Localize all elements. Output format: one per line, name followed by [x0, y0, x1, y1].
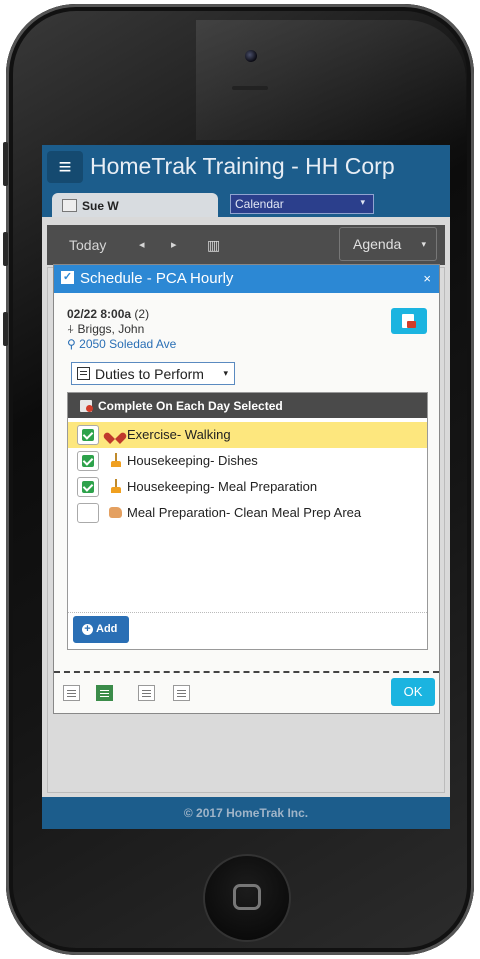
- app-title: HomeTrak Training - HH Corp: [90, 153, 395, 179]
- appointment-date: 02/22 8:00a: [67, 307, 132, 321]
- speaker-grille: [232, 86, 268, 90]
- view-select[interactable]: Agenda ▾: [339, 227, 437, 261]
- plus-circle-icon: +: [82, 624, 93, 635]
- schedule-dialog: ✓ Schedule - PCA Hourly × 02/22 8:00a (2…: [53, 264, 440, 714]
- check-icon: [82, 481, 94, 493]
- phone-screen: ≡ HomeTrak Training - HH Corp Sue W Cale…: [42, 145, 450, 829]
- duties-tab-icon[interactable]: [96, 685, 113, 701]
- duty-row[interactable]: Exercise- Walking: [68, 422, 427, 448]
- volume-down-button: [3, 312, 8, 346]
- dropdown-arrow-icon: ▾: [421, 239, 426, 249]
- calendar-select-label: Calendar: [235, 197, 284, 211]
- panel-divider: [68, 612, 427, 613]
- duty-checkbox[interactable]: [77, 503, 99, 523]
- chart-tab-icon[interactable]: [173, 685, 190, 701]
- list-icon: [77, 367, 90, 380]
- location-pin-icon: ⚲: [67, 337, 76, 351]
- duties-panel-header: Complete On Each Day Selected: [68, 393, 427, 418]
- broom-icon: [111, 479, 121, 494]
- duty-label: Housekeeping- Meal Preparation: [127, 479, 318, 494]
- app-header: ≡ HomeTrak Training - HH Corp Sue W Cale…: [42, 145, 450, 217]
- dialog-titlebar: ✓ Schedule - PCA Hourly ×: [54, 265, 439, 293]
- user-tab[interactable]: Sue W: [52, 193, 218, 217]
- today-button[interactable]: Today: [69, 229, 106, 261]
- close-icon[interactable]: ×: [423, 271, 431, 286]
- broom-icon: [111, 453, 121, 468]
- check-icon: [82, 429, 94, 441]
- appointment-time: 02/22 8:00a (2): [67, 307, 149, 321]
- ok-button[interactable]: OK: [391, 678, 435, 706]
- calendar-icon[interactable]: ▥: [207, 229, 220, 261]
- address-line[interactable]: ⚲ 2050 Soledad Ave: [67, 337, 176, 351]
- duty-row[interactable]: Housekeeping- Meal Preparation: [68, 474, 427, 500]
- user-tab-label: Sue W: [82, 199, 119, 213]
- app-footer: © 2017 HomeTrak Inc.: [42, 797, 450, 829]
- duty-label: Meal Preparation- Clean Meal Prep Area: [127, 505, 362, 520]
- checkbox-icon: ✓: [61, 271, 74, 284]
- duty-label: Housekeeping- Dishes: [127, 453, 258, 468]
- front-camera: [245, 50, 257, 62]
- dropdown-arrow-icon: ▾: [223, 368, 228, 378]
- calendar-select[interactable]: Calendar ▾: [230, 194, 374, 214]
- signpost-icon: ⍭: [67, 322, 75, 336]
- duties-panel: Complete On Each Day Selected Exercise- …: [67, 392, 428, 650]
- add-duty-button[interactable]: + Add: [73, 616, 129, 643]
- dialog-title: Schedule - PCA Hourly: [80, 270, 234, 287]
- hand-icon: [109, 507, 122, 518]
- pdf-icon: [402, 314, 416, 328]
- calendar-remove-icon: [80, 400, 93, 412]
- details-tab-icon[interactable]: [63, 685, 80, 701]
- duty-checkbox[interactable]: [77, 477, 99, 497]
- user-card-icon: [62, 199, 77, 212]
- duty-checkbox[interactable]: [77, 425, 99, 445]
- home-button[interactable]: [205, 856, 289, 940]
- duties-select[interactable]: Duties to Perform ▾: [71, 362, 235, 385]
- duty-row[interactable]: Meal Preparation- Clean Meal Prep Area: [68, 500, 427, 526]
- duty-row[interactable]: Housekeeping- Dishes: [68, 448, 427, 474]
- home-square-icon: [233, 884, 261, 910]
- dialog-divider: [54, 671, 439, 673]
- next-arrow-icon[interactable]: ▸: [171, 229, 177, 261]
- heart-icon: [108, 428, 122, 441]
- appointment-count: (2): [134, 307, 150, 321]
- volume-up-button: [3, 232, 8, 266]
- phone-gloss: [196, 20, 466, 140]
- add-button-label: Add: [96, 623, 118, 635]
- prev-arrow-icon[interactable]: ◂: [139, 229, 145, 261]
- duty-label: Exercise- Walking: [127, 427, 231, 442]
- view-select-label: Agenda: [353, 236, 402, 252]
- duties-select-label: Duties to Perform: [95, 366, 204, 382]
- duties-panel-title: Complete On Each Day Selected: [98, 399, 283, 413]
- duty-checkbox[interactable]: [77, 451, 99, 471]
- calendar-toolbar: Today ◂ ▸ ▥ Agenda ▾: [47, 225, 445, 265]
- check-icon: [82, 455, 94, 467]
- address-link[interactable]: 2050 Soledad Ave: [79, 337, 176, 351]
- notes-tab-icon[interactable]: [138, 685, 155, 701]
- client-name: Briggs, John: [77, 322, 145, 336]
- pdf-export-button[interactable]: [391, 308, 427, 334]
- hamburger-menu-button[interactable]: ≡: [47, 151, 83, 183]
- mute-switch: [3, 142, 8, 186]
- client-line: ⍭ Briggs, John: [67, 322, 144, 337]
- dropdown-arrow-icon: ▾: [360, 197, 365, 207]
